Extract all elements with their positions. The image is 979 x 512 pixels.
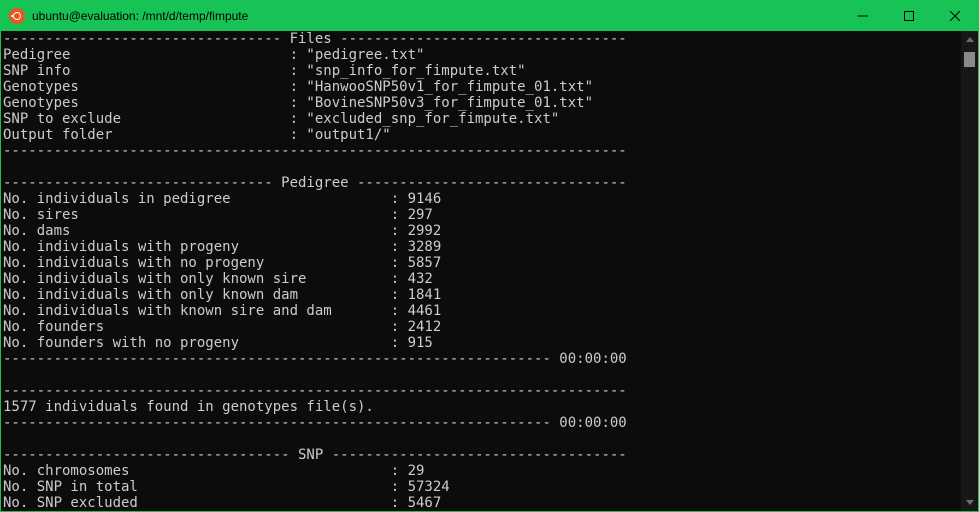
- terminal-line: No. individuals with known sire and dam …: [3, 303, 442, 319]
- terminal-line: Genotypes : "HanwooSNP50v1_for_fimpute_0…: [3, 79, 594, 95]
- close-button[interactable]: [932, 1, 978, 31]
- terminal-line: No. founders : 2412: [3, 319, 442, 335]
- terminal-line: Pedigree : "pedigree.txt": [3, 47, 425, 63]
- terminal-line: No. individuals with only known sire : 4…: [3, 271, 433, 287]
- terminal-line: Genotypes : "BovineSNP50v3_for_fimpute_0…: [3, 95, 594, 111]
- terminal-output[interactable]: --------------------------------- Files …: [1, 31, 961, 511]
- maximize-button[interactable]: [886, 1, 932, 31]
- terminal-line: ----------------------------------------…: [3, 143, 627, 159]
- terminal-line: SNP info : "snp_info_for_fimpute.txt": [3, 63, 526, 79]
- close-icon: [950, 11, 960, 21]
- terminal-line: 1577 individuals found in genotypes file…: [3, 399, 374, 415]
- terminal-line: ----------------------------------------…: [3, 383, 627, 399]
- terminal-line: SNP to exclude : "excluded_snp_for_fimpu…: [3, 111, 560, 127]
- terminal-line: No. sires : 297: [3, 207, 433, 223]
- terminal-line: No. individuals with progeny : 3289: [3, 239, 442, 255]
- terminal-line: No. dams : 2992: [3, 223, 442, 239]
- terminal-line: No. SNP excluded : 5467: [3, 495, 442, 511]
- ubuntu-icon: [9, 8, 25, 24]
- terminal-line: ---------------------------------- SNP -…: [3, 447, 627, 463]
- vertical-scrollbar[interactable]: [961, 31, 978, 511]
- terminal-line: ----------------------------------------…: [3, 415, 627, 431]
- maximize-icon: [904, 11, 914, 21]
- terminal-line: No. SNP in total : 57324: [3, 479, 450, 495]
- title-bar[interactable]: ubuntu@evaluation: /mnt/d/temp/fimpute: [1, 1, 978, 31]
- terminal-line: ----------------------------------------…: [3, 351, 627, 367]
- window-title: ubuntu@evaluation: /mnt/d/temp/fimpute: [32, 9, 249, 23]
- terminal-line: No. individuals with only known dam : 18…: [3, 287, 442, 303]
- terminal-line: Output folder : "output1/": [3, 127, 391, 143]
- terminal-window: ubuntu@evaluation: /mnt/d/temp/fimpute -…: [0, 0, 979, 512]
- minimize-button[interactable]: [840, 1, 886, 31]
- terminal-line: No. founders with no progeny : 915: [3, 335, 433, 351]
- arrow-up-icon: [965, 37, 974, 42]
- terminal-line: No. chromosomes : 29: [3, 463, 425, 479]
- arrow-down-icon: [965, 500, 974, 505]
- terminal-line: No. individuals with no progeny : 5857: [3, 255, 442, 271]
- terminal-line: --------------------------------- Files …: [3, 31, 627, 47]
- scroll-up-button[interactable]: [961, 31, 978, 48]
- terminal-line: -------------------------------- Pedigre…: [3, 175, 627, 191]
- scroll-down-button[interactable]: [961, 494, 978, 511]
- scrollbar-thumb[interactable]: [964, 52, 975, 67]
- minimize-icon: [858, 15, 868, 17]
- window-controls: [840, 1, 978, 31]
- terminal-line: No. individuals in pedigree : 9146: [3, 191, 442, 207]
